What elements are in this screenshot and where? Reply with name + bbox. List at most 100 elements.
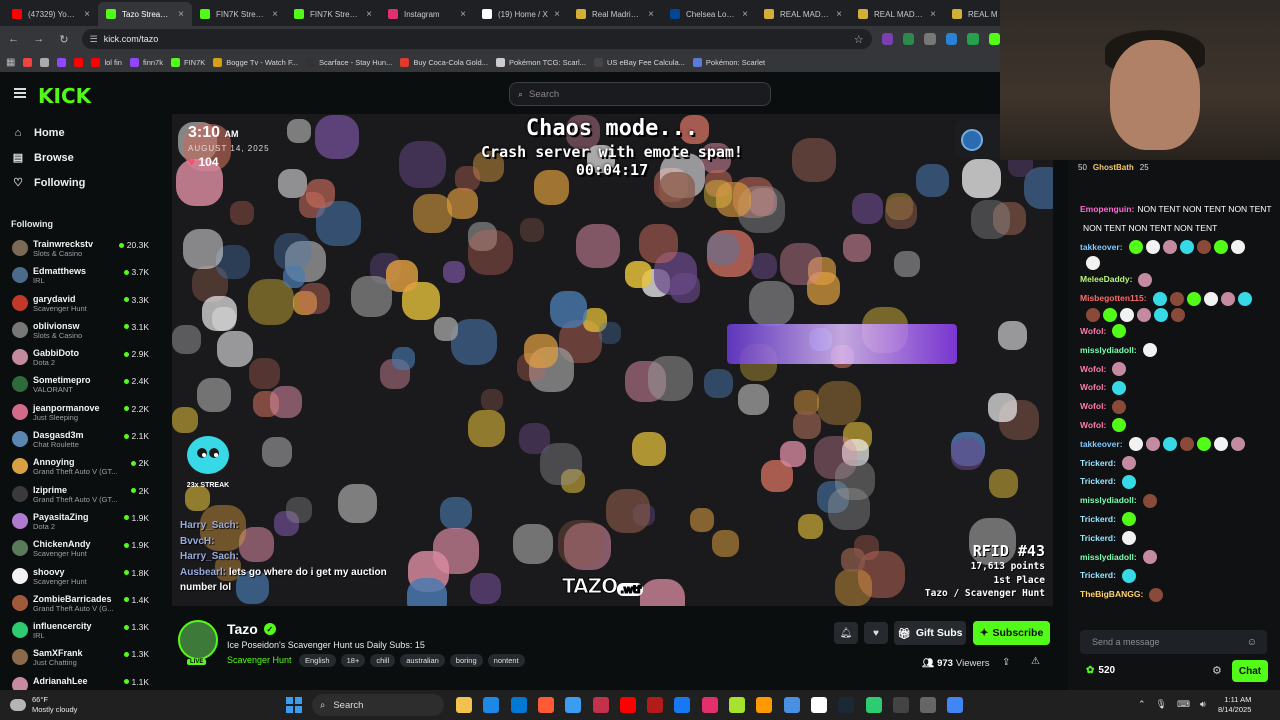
tag-pill[interactable]: australian <box>400 654 445 667</box>
tag-pill[interactable]: English <box>299 654 336 667</box>
chat-input[interactable]: Send a message ☺ <box>1080 630 1267 654</box>
taskbar-app-icon[interactable] <box>810 697 827 713</box>
chat-username[interactable]: Trickerd: <box>1080 454 1116 473</box>
taskbar-app-icon[interactable] <box>619 697 636 713</box>
followed-channel[interactable]: Annoying Grand Theft Auto V (GT... 2K <box>0 453 160 480</box>
bookmark-item[interactable]: US eBay Fee Calcula... <box>593 57 685 67</box>
close-icon[interactable]: × <box>554 9 560 20</box>
bookmark-item[interactable]: lol fin <box>91 57 122 67</box>
close-icon[interactable]: × <box>648 9 654 20</box>
mic-icon[interactable]: 🎙︎ <box>1156 699 1167 710</box>
extension-icon[interactable] <box>881 33 894 45</box>
bell-icon[interactable]: 🔔︎ <box>834 622 858 644</box>
bookmark-icon[interactable] <box>57 57 67 67</box>
followed-channel[interactable]: influencercity IRL 1.3K <box>0 617 160 644</box>
chat-username[interactable]: Trickerd: <box>1080 529 1116 548</box>
taskbar-app-icon[interactable] <box>647 697 664 713</box>
nav-item-following[interactable]: ♡ Following <box>0 170 160 195</box>
followed-channel[interactable]: jeanpormanove Just Sleeping 2.2K <box>0 399 160 426</box>
followed-channel[interactable]: GabbiDoto Dota 2 2.9K <box>0 344 160 371</box>
chat-username[interactable]: takkeover: <box>1080 238 1123 257</box>
chat-username[interactable]: Trickerd: <box>1080 510 1116 529</box>
taskbar-app-icon[interactable] <box>483 697 500 713</box>
subscribe-button[interactable]: ✦ Subscribe <box>973 621 1050 645</box>
taskbar-app-icon[interactable] <box>565 697 582 713</box>
browser-tab[interactable]: Real Madrid CF × <box>568 2 662 26</box>
chat-username[interactable]: Trickerd: <box>1080 472 1116 491</box>
followed-channel[interactable]: PayasitaZing Dota 2 1.9K <box>0 508 160 535</box>
network-icon[interactable]: ⌨ <box>1177 699 1190 710</box>
nav-item-browse[interactable]: ▤ Browse <box>0 145 160 170</box>
close-icon[interactable]: × <box>930 9 936 20</box>
chevron-up-icon[interactable]: ⌃ <box>1138 699 1146 710</box>
search-input[interactable]: ⌕ Search <box>509 82 771 106</box>
followed-channel[interactable]: garydavid Scavenger Hunt 3.3K <box>0 290 160 317</box>
close-icon[interactable]: × <box>366 9 372 20</box>
browser-tab[interactable]: (19) Home / X × <box>474 2 568 26</box>
followed-channel[interactable]: ZombieBarricades Grand Theft Auto V (G...… <box>0 590 160 617</box>
share-icon[interactable]: ⇪ <box>1002 657 1010 668</box>
followed-channel[interactable]: ChickenAndy Scavenger Hunt 1.9K <box>0 535 160 562</box>
taskbar-app-icon[interactable] <box>783 697 800 713</box>
chat-username[interactable]: takkeover: <box>1080 435 1123 454</box>
taskbar-clock[interactable]: 1:11 AM 8/14/2025 <box>1218 695 1251 715</box>
chat-username[interactable]: misslydiadoll: <box>1080 491 1137 510</box>
taskbar-app-icon[interactable] <box>674 697 691 713</box>
extension-icon[interactable] <box>945 33 958 45</box>
taskbar-search[interactable]: ⌕ Search <box>312 694 444 716</box>
chat-username[interactable]: Wofol: <box>1080 416 1106 435</box>
taskbar-app-icon[interactable] <box>701 697 718 713</box>
taskbar-app-icon[interactable] <box>456 697 472 713</box>
chat-username[interactable]: TheBigBANGG: <box>1080 585 1143 604</box>
bookmark-item[interactable]: Pokémon: Scarlet <box>692 57 765 67</box>
browser-tab[interactable]: Instagram × <box>380 2 474 26</box>
close-icon[interactable]: × <box>178 9 184 20</box>
emoji-icon[interactable]: ☺ <box>1247 637 1257 648</box>
streamer-name[interactable]: Tazo ✓ <box>227 621 276 637</box>
bookmark-icon[interactable] <box>40 57 50 67</box>
chat-username[interactable]: Wofol: <box>1080 360 1106 379</box>
bookmark-item[interactable]: finn7k <box>129 57 163 67</box>
followed-channel[interactable]: Iziprime Grand Theft Auto V (GT... 2K <box>0 481 160 508</box>
followed-channel[interactable]: Sometimepro VALORANT 2.4K <box>0 371 160 398</box>
taskbar-app-icon[interactable] <box>920 697 937 713</box>
extension-icon[interactable] <box>903 33 915 45</box>
followed-channel[interactable]: SamXFrank Just Chatting 1.3K <box>0 644 160 671</box>
channel-points[interactable]: ✿ 520 <box>1086 665 1115 676</box>
follow-heart-icon[interactable]: ♥ <box>864 622 888 644</box>
report-icon[interactable]: ⚠ <box>1031 656 1040 667</box>
forward-icon[interactable]: → <box>31 31 46 47</box>
chat-username[interactable]: misslydiadoll: <box>1080 548 1137 567</box>
nav-item-home[interactable]: ⌂ Home <box>0 120 160 145</box>
close-icon[interactable]: × <box>742 9 748 20</box>
chat-username[interactable]: Wofol: <box>1080 322 1106 341</box>
taskbar-app-icon[interactable] <box>865 697 882 713</box>
taskbar-app-icon[interactable] <box>537 697 554 713</box>
tag-pill[interactable]: nontent <box>487 654 525 667</box>
notification-chip[interactable] <box>955 120 1000 158</box>
browser-tab[interactable]: Tazo Stream - Kick × <box>98 2 192 26</box>
stream-category[interactable]: Scavenger Hunt <box>227 655 292 665</box>
chat-username[interactable]: Emopenguin: <box>1080 200 1134 219</box>
browser-tab[interactable]: FIN7K Stream × <box>192 2 286 26</box>
site-info-icon[interactable]: ☰ <box>90 34 98 45</box>
taskbar-app-icon[interactable] <box>756 697 773 713</box>
kick-logo[interactable]: KICK <box>38 84 91 108</box>
taskbar-app-icon[interactable] <box>510 697 527 713</box>
chat-username[interactable]: Wofol: <box>1080 378 1106 397</box>
followed-channel[interactable]: Edmatthews IRL 3.7K <box>0 262 160 289</box>
extension-icon[interactable] <box>988 33 1001 45</box>
browser-tab[interactable]: Chelsea London × <box>662 2 756 26</box>
back-icon[interactable]: ← <box>6 31 21 47</box>
start-button[interactable] <box>286 697 302 713</box>
taskbar-app-icon[interactable] <box>947 697 964 713</box>
followed-channel[interactable]: oblivionsw Slots & Casino 3.1K <box>0 317 160 344</box>
volume-icon[interactable]: 🔊︎ <box>1200 699 1206 710</box>
close-icon[interactable]: × <box>84 9 90 20</box>
extension-icon[interactable] <box>924 33 936 45</box>
streamer-avatar[interactable] <box>178 620 218 665</box>
system-tray[interactable]: ⌃ 🎙︎ ⌨ 🔊︎ <box>1138 699 1206 710</box>
browser-tab[interactable]: REAL MADRID × <box>756 2 850 26</box>
taskbar-app-icon[interactable] <box>592 697 609 713</box>
taskbar-app-icon[interactable] <box>838 697 855 713</box>
